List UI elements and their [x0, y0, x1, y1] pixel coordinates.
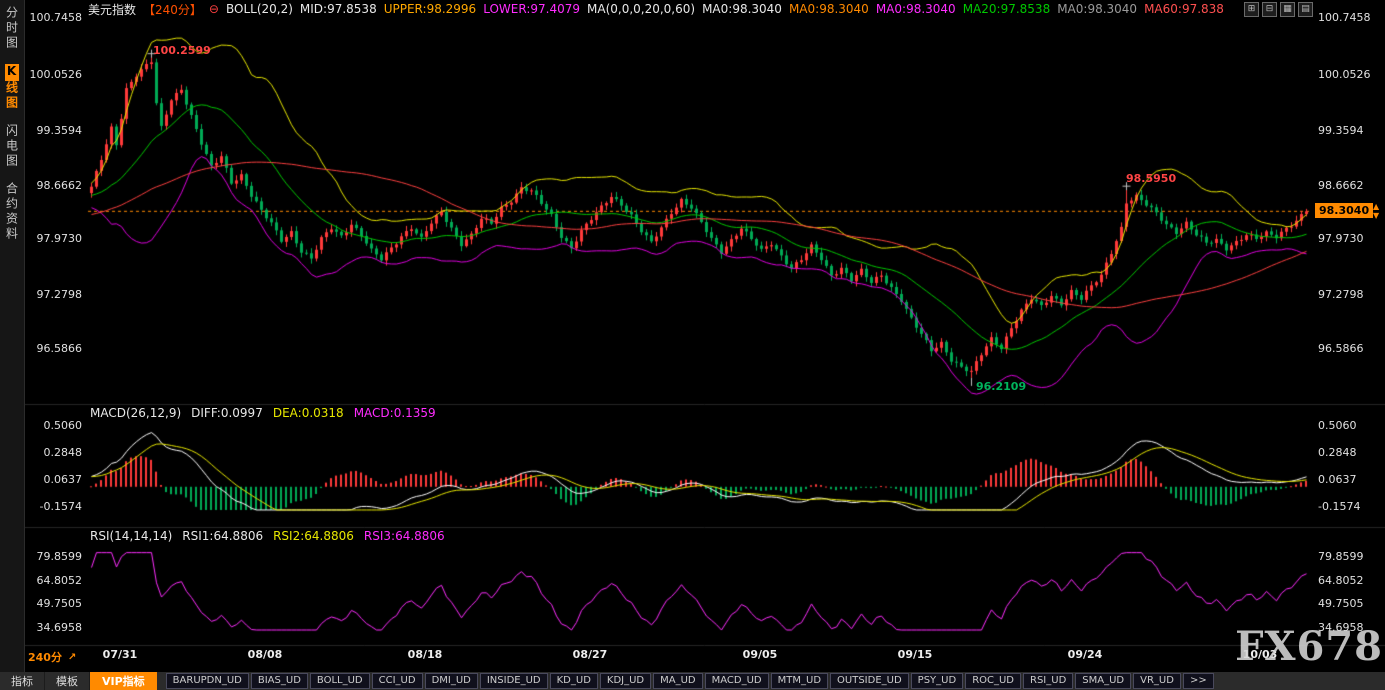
tab-sma-ud[interactable]: SMA_UD: [1075, 673, 1131, 689]
sidebar-item-lightning[interactable]: 闪电图: [4, 124, 21, 169]
tab-rsi-ud[interactable]: RSI_UD: [1023, 673, 1073, 689]
zoom-out-icon[interactable]: ⊖: [209, 2, 219, 16]
last-price-badge: 98.3040: [1315, 203, 1373, 218]
tab-psy-ud[interactable]: PSY_UD: [911, 673, 964, 689]
period-label: 【240分】: [143, 1, 202, 17]
tab-bias-ud[interactable]: BIAS_UD: [251, 673, 308, 689]
ma-settings-label: MA(0,0,0,20,0,60): [587, 2, 695, 16]
tab-boll-ud[interactable]: BOLL_UD: [310, 673, 370, 689]
chart-type-sidebar: 分时图 K线图 闪电图 合约资料: [0, 0, 25, 672]
tab-mtm-ud[interactable]: MTM_UD: [771, 673, 828, 689]
boll-mid-value: MID:97.8538: [300, 2, 377, 16]
tab-roc-ud[interactable]: ROC_UD: [965, 673, 1021, 689]
tab-vr-ud[interactable]: VR_UD: [1133, 673, 1181, 689]
chart-canvas[interactable]: [0, 0, 1385, 690]
macd-name-label: MACD(26,12,9): [90, 406, 181, 420]
tab-kdj-ud[interactable]: KDJ_UD: [600, 673, 651, 689]
tab-indicator[interactable]: 指标: [0, 672, 45, 690]
tab-macd-ud[interactable]: MACD_UD: [705, 673, 769, 689]
price-axis-scroll-arrows[interactable]: ▲ ▼: [1373, 202, 1379, 220]
tab-inside-ud[interactable]: INSIDE_UD: [480, 673, 548, 689]
scroll-up-icon[interactable]: ▲: [1373, 202, 1379, 211]
tab-kd-ud[interactable]: KD_UD: [550, 673, 598, 689]
tab-template[interactable]: 模板: [45, 672, 90, 690]
macd-macd-value: MACD:0.1359: [354, 406, 436, 420]
layout-grid-icon[interactable]: ▦: [1280, 2, 1295, 17]
ma0-value-3: MA0:98.3040: [876, 2, 956, 16]
ma0-value-2: MA0:98.3040: [789, 2, 869, 16]
tab-vip-indicator[interactable]: VIP指标: [90, 672, 157, 690]
boll-lower-value: LOWER:97.4079: [483, 2, 580, 16]
rsi3-value: RSI3:64.8806: [364, 529, 445, 543]
symbol-title: 美元指数: [88, 1, 136, 17]
sidebar-item-kline[interactable]: K线图: [4, 64, 21, 111]
tab-ma-ud[interactable]: MA_UD: [653, 673, 703, 689]
tab-outside-ud[interactable]: OUTSIDE_UD: [830, 673, 909, 689]
fx678-watermark: FX678: [1235, 623, 1383, 670]
scroll-down-icon[interactable]: ▼: [1373, 211, 1379, 220]
ma60-value: MA60:97.838: [1144, 2, 1224, 16]
macd-panel-title: MACD(26,12,9) DIFF:0.0997 DEA:0.0318 MAC…: [90, 406, 436, 420]
bottom-tab-bar: 指标模板VIP指标 BARUPDN_UDBIAS_UDBOLL_UDCCI_UDD…: [0, 672, 1385, 690]
period-corner-label[interactable]: 240分: [28, 649, 62, 665]
ma0-value-4: MA0:98.3040: [1057, 2, 1137, 16]
ma20-value: MA20:97.8538: [963, 2, 1051, 16]
tab-cci-ud[interactable]: CCI_UD: [372, 673, 423, 689]
period-arrow-icon[interactable]: ↗: [68, 652, 76, 663]
tab-dmi-ud[interactable]: DMI_UD: [425, 673, 478, 689]
rsi-panel-title: RSI(14,14,14) RSI1:64.8806 RSI2:64.8806 …: [90, 529, 445, 543]
trading-app-window: 美元指数【240分】 ⊖ BOLL(20,2) MID:97.8538 UPPER:98…: [0, 0, 1385, 690]
macd-diff-value: DIFF:0.0997: [191, 406, 263, 420]
indicator-header: 美元指数【240分】 ⊖ BOLL(20,2) MID:97.8538 UPPER:98…: [88, 1, 1224, 17]
rsi1-value: RSI1:64.8806: [182, 529, 263, 543]
layout-single-icon[interactable]: ⊞: [1244, 2, 1259, 17]
macd-dea-value: DEA:0.0318: [273, 406, 344, 420]
layout-split-icon[interactable]: ⊟: [1262, 2, 1277, 17]
rsi2-value: RSI2:64.8806: [273, 529, 354, 543]
boll-upper-value: UPPER:98.2996: [384, 2, 476, 16]
tabs-more-button[interactable]: >>: [1183, 673, 1214, 689]
window-layout-icons: ⊞⊟▦▤: [1244, 2, 1313, 17]
ma0-value-1: MA0:98.3040: [702, 2, 782, 16]
sidebar-item-contract-info[interactable]: 合约资料: [4, 182, 21, 242]
period-selector[interactable]: 240分 ↗: [28, 649, 76, 665]
layout-rows-icon[interactable]: ▤: [1298, 2, 1313, 17]
boll-label: BOLL(20,2): [226, 2, 293, 16]
sidebar-item-timeshare[interactable]: 分时图: [4, 6, 21, 51]
tab-barupdn-ud[interactable]: BARUPDN_UD: [166, 673, 249, 689]
rsi-name-label: RSI(14,14,14): [90, 529, 172, 543]
